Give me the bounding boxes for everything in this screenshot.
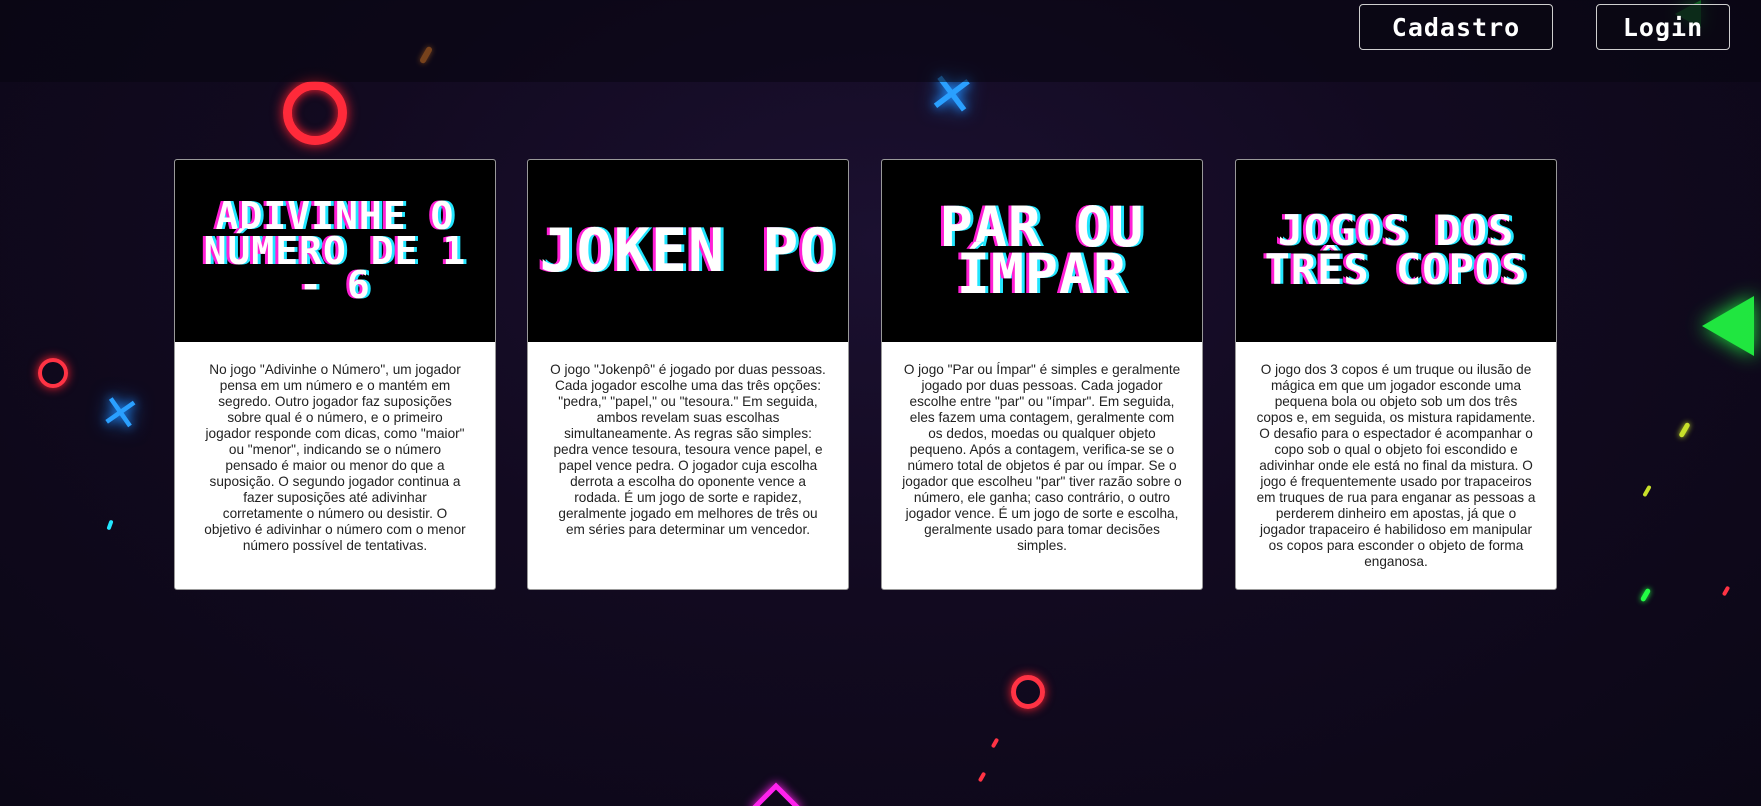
circle-icon bbox=[1011, 675, 1045, 709]
card-header: Par ou Ímpar bbox=[882, 160, 1202, 342]
card-title: Adivinhe o Número de 1 - 6 bbox=[203, 193, 467, 308]
cadastro-button[interactable]: Cadastro bbox=[1359, 4, 1553, 50]
game-card-par-ou-impar[interactable]: Par ou Ímpar O jogo "Par ou Ímpar" é sim… bbox=[881, 159, 1203, 590]
circle-icon bbox=[38, 358, 68, 388]
cross-icon: ✕ bbox=[96, 383, 144, 443]
game-card-jokenpo[interactable]: Joken Po O jogo "Jokenpô" é jogado por d… bbox=[527, 159, 849, 590]
game-card-tres-copos[interactable]: Jogos dos Três Copos O jogo dos 3 copos … bbox=[1235, 159, 1557, 590]
game-card-adivinhe-numero[interactable]: Adivinhe o Número de 1 - 6 No jogo "Adiv… bbox=[174, 159, 496, 590]
card-description: No jogo "Adivinhe o Número", um jogador … bbox=[204, 362, 466, 553]
card-title: Par ou Ímpar bbox=[939, 194, 1145, 306]
card-header: Jogos dos Três Copos bbox=[1236, 160, 1556, 342]
card-description: O jogo "Par ou Ímpar" é simples e geralm… bbox=[902, 362, 1182, 553]
card-title: Jogos dos Três Copos bbox=[1264, 206, 1528, 294]
square-icon bbox=[750, 782, 802, 806]
card-title: Joken Po bbox=[539, 215, 837, 286]
card-header: Joken Po bbox=[528, 160, 848, 342]
card-description: O jogo dos 3 copos é um truque ou ilusão… bbox=[1256, 362, 1536, 569]
circle-icon bbox=[283, 81, 347, 145]
login-button[interactable]: Login bbox=[1596, 4, 1730, 50]
triangle-icon bbox=[1702, 296, 1754, 356]
card-description: O jogo "Jokenpô" é jogado por duas pesso… bbox=[550, 362, 826, 537]
card-header: Adivinhe o Número de 1 - 6 bbox=[175, 160, 495, 342]
